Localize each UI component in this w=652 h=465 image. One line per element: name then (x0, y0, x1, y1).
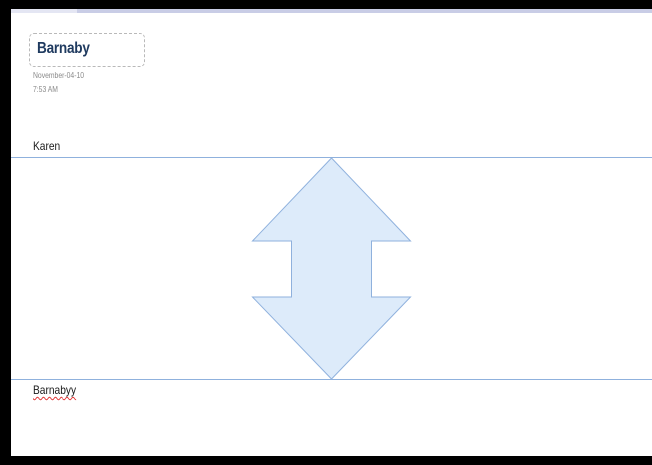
resize-arrow-shape[interactable] (251, 157, 412, 380)
window-frame: Barnaby November-04-10 7:53 AM Karen Bar… (0, 0, 652, 465)
note-page[interactable]: Barnaby November-04-10 7:53 AM Karen Bar… (11, 9, 652, 456)
section-divider-bottom (11, 379, 652, 380)
text-barnabyy[interactable]: Barnabyy (33, 383, 76, 397)
up-down-arrow-icon[interactable] (11, 9, 652, 456)
